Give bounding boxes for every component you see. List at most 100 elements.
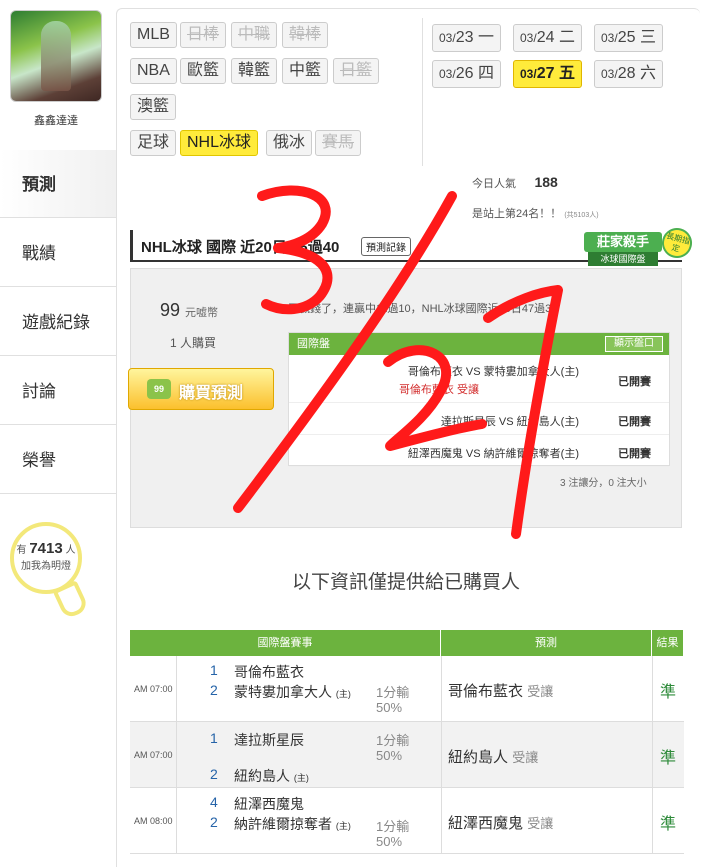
- bet-summary: 3 注讓分，0 注大小: [560, 478, 647, 489]
- league-au-basketball[interactable]: 澳籃: [130, 94, 177, 120]
- away-team: 達拉斯星辰: [234, 732, 304, 748]
- league-mlb[interactable]: MLB: [130, 22, 177, 48]
- date-0326[interactable]: 03/26 四: [432, 60, 501, 88]
- date-0323[interactable]: 03/23 一: [432, 24, 501, 52]
- date-md: 03/: [601, 31, 618, 45]
- league-cn-basketball[interactable]: 中籃: [282, 58, 329, 84]
- date-day: 25: [617, 29, 636, 46]
- offer-game-status: 已開賽: [618, 376, 651, 388]
- col-divider: [441, 722, 442, 787]
- date-0327[interactable]: 03/27 五: [513, 60, 582, 88]
- offer-game-row: 達拉斯星辰 VS 紐約島人(主) 已開賽: [289, 403, 669, 435]
- popularity-label: 今日人氣: [472, 178, 516, 190]
- prediction: 哥倫布藍衣 受讓: [448, 680, 553, 701]
- prediction-type: 受讓: [527, 816, 554, 831]
- date-0328[interactable]: 03/28 六: [594, 60, 663, 88]
- prediction-team: 哥倫布藍衣: [448, 683, 524, 700]
- price-value: 99: [160, 300, 181, 320]
- prediction-history-button[interactable]: 預測記錄: [361, 237, 411, 256]
- league-nhl[interactable]: NHL冰球: [180, 130, 259, 156]
- league-khl[interactable]: 俄冰: [266, 130, 313, 156]
- badge-main: 莊家殺手: [584, 232, 662, 252]
- popularity: 今日人氣 188: [472, 174, 558, 192]
- date-day: 26: [455, 65, 474, 82]
- date-weekday: 五: [558, 65, 575, 82]
- home-mark: (主): [335, 821, 351, 831]
- league-eu-basketball[interactable]: 歐籃: [180, 58, 227, 84]
- nav-item-discussion[interactable]: 討論: [0, 357, 116, 425]
- prediction-type: 受讓: [512, 750, 539, 765]
- result: 準: [660, 750, 677, 767]
- nav-item-record[interactable]: 戰績: [0, 219, 116, 287]
- divider: [422, 18, 423, 166]
- nav-item-predict[interactable]: 預測: [0, 150, 116, 218]
- team-number: 1: [210, 662, 218, 678]
- offer-games-header: 國際盤 顯示盤口: [289, 333, 669, 355]
- league-nba[interactable]: NBA: [130, 58, 177, 84]
- team-number: 2: [210, 814, 218, 830]
- lamp-suffix: 人: [65, 545, 76, 556]
- league-horse-racing: 賽馬: [315, 130, 362, 156]
- offer-game-teams: 紐澤西魔鬼 VS 納許維爾掠奪者(主): [407, 448, 579, 460]
- away-team: 紐澤西魔鬼: [234, 796, 304, 812]
- price: 99 元嘘幣: [160, 300, 218, 321]
- league-kr-basketball[interactable]: 韓籃: [231, 58, 278, 84]
- user-avatar[interactable]: [10, 10, 102, 102]
- prediction: 紐澤西魔鬼 受讓: [448, 812, 553, 833]
- home-mark: (主): [335, 689, 351, 699]
- prediction-team: 紐約島人: [448, 749, 509, 766]
- buy-label: 購買預測: [179, 385, 244, 402]
- team-number: 4: [210, 794, 218, 810]
- home-mark: (主): [293, 773, 309, 783]
- league-jp-basketball: 日籃: [333, 58, 380, 84]
- rank-text: 是站上第24名！！: [472, 208, 562, 220]
- prediction-type: 受讓: [527, 684, 554, 699]
- home-team-name: 蒙特婁加拿大人: [234, 684, 332, 700]
- date-day: 28: [617, 65, 636, 82]
- date-md: 03/: [439, 31, 456, 45]
- away-team: 哥倫布藍衣: [234, 664, 304, 680]
- home-team-name: 紐約島人: [234, 768, 290, 784]
- handicap: 1分輸: [376, 819, 410, 834]
- username[interactable]: 鑫鑫達達: [0, 112, 112, 128]
- offer-game-row: 紐澤西魔鬼 VS 納許維爾掠奪者(主) 已開賽: [289, 435, 669, 467]
- lamp-count: 7413: [29, 540, 63, 557]
- date-weekday: 四: [477, 65, 494, 82]
- nav-item-game-log[interactable]: 遊戲紀錄: [0, 288, 116, 356]
- buyers-only-notice: 以下資訊僅提供給已購買人: [291, 572, 520, 593]
- col-divider: [652, 656, 653, 721]
- date-0324[interactable]: 03/24 二: [513, 24, 582, 52]
- nav-item-honor[interactable]: 榮譽: [0, 426, 116, 494]
- badge-sub: 冰球國際盤: [588, 252, 658, 266]
- badge: 莊家殺手 冰球國際盤 長期指定: [584, 224, 696, 272]
- buy-prediction-button[interactable]: 99 購買預測: [128, 368, 274, 410]
- result: 準: [660, 684, 677, 701]
- offer-game-row: 哥倫布藍衣 VS 蒙特婁加拿大人(主) 哥倫布藍衣 受讓 已開賽: [289, 355, 669, 403]
- team-number: 2: [210, 766, 218, 782]
- rank-note: (共5103人): [564, 212, 599, 219]
- section-title-text: NHL冰球 國際 近20日 16過40: [141, 239, 340, 256]
- date-0325[interactable]: 03/25 三: [594, 24, 663, 52]
- col-divider: [176, 788, 177, 853]
- sidebar: 鑫鑫達達 預測 戰績 遊戲紀錄 討論 榮譽 有 7413 人 加我為明燈: [0, 0, 116, 867]
- date-md: 03/: [601, 67, 618, 81]
- offer-game-pick: 哥倫布藍衣 受讓: [398, 384, 479, 396]
- show-odds-button[interactable]: 顯示盤口: [605, 336, 663, 352]
- league-soccer[interactable]: 足球: [130, 130, 177, 156]
- team-number: 2: [210, 682, 218, 698]
- offer-game-status: 已開賽: [618, 448, 651, 460]
- date-weekday: 三: [639, 29, 656, 46]
- col-divider: [441, 788, 442, 853]
- offer-game-teams: 達拉斯星辰 VS 紐約島人(主): [440, 416, 579, 428]
- col-divider: [652, 722, 653, 787]
- offer-games: 國際盤 顯示盤口 哥倫布藍衣 VS 蒙特婁加拿大人(主) 哥倫布藍衣 受讓 已開…: [288, 332, 670, 467]
- handicap-pct: 50%: [376, 748, 403, 763]
- offer-game-status: 已開賽: [618, 416, 651, 428]
- lamp-prefix: 有: [16, 545, 27, 556]
- date-weekday: 二: [558, 29, 575, 46]
- prediction-team: 紐澤西魔鬼: [448, 815, 524, 832]
- badge-seal: 長期指定: [658, 224, 696, 262]
- prediction: 紐約島人 受讓: [448, 746, 538, 767]
- offer-description: 又贏錢了，連贏中11過10，NHL冰球國際近20日47過37: [288, 303, 558, 315]
- game-time: AM 07:00: [134, 750, 173, 760]
